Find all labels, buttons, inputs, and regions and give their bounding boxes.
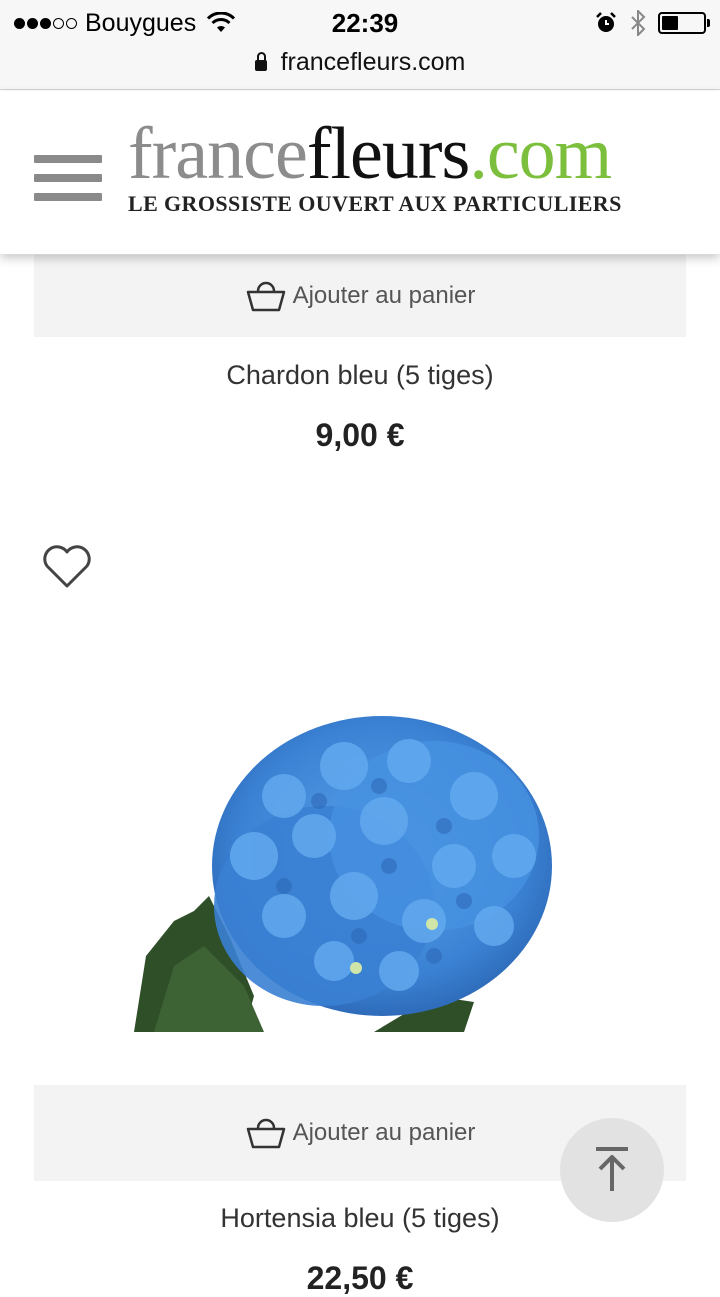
arrow-up-to-top-icon	[596, 1147, 628, 1191]
lock-icon	[254, 51, 267, 71]
logo-com: .com	[469, 113, 612, 195]
logo-fleurs: fleurs	[306, 113, 470, 195]
bluetooth-icon	[631, 10, 646, 36]
add-to-cart-button[interactable]: Ajouter au panier	[34, 255, 686, 337]
battery-icon	[658, 12, 710, 34]
alarm-icon	[596, 12, 616, 32]
basket-icon	[246, 1118, 285, 1149]
url-text[interactable]: francefleurs.com	[281, 48, 466, 77]
address-bar[interactable]: francefleurs.com	[0, 44, 720, 80]
status-bar: Bouygues 22:39 francefleurs.com	[0, 0, 720, 90]
product-price: 22,50 €	[306, 1260, 414, 1296]
product-price: 9,00 €	[315, 417, 405, 453]
logo-france: france	[128, 113, 308, 195]
logo-wordmark[interactable]: francefleurs.com	[128, 113, 688, 195]
battery-fill	[662, 16, 678, 30]
logo-tagline: LE GROSSISTE OUVERT AUX PARTICULIERS	[128, 191, 622, 216]
hamburger-icon[interactable]	[34, 155, 102, 203]
site-header: francefleurs.com LE GROSSISTE OUVERT AUX…	[0, 91, 720, 254]
add-to-cart-label: Ajouter au panier	[292, 282, 476, 309]
favorite-heart-icon[interactable]	[42, 545, 92, 589]
scroll-to-top-button[interactable]	[560, 1118, 664, 1222]
status-icons	[594, 8, 710, 38]
site-logo[interactable]: francefleurs.com LE GROSSISTE OUVERT AUX…	[128, 113, 688, 223]
add-to-cart-label: Ajouter au panier	[292, 1119, 476, 1146]
product-image-hydrangea[interactable]	[134, 706, 558, 1036]
basket-icon	[246, 281, 285, 312]
product-name[interactable]: Chardon bleu (5 tiges)	[0, 360, 720, 391]
